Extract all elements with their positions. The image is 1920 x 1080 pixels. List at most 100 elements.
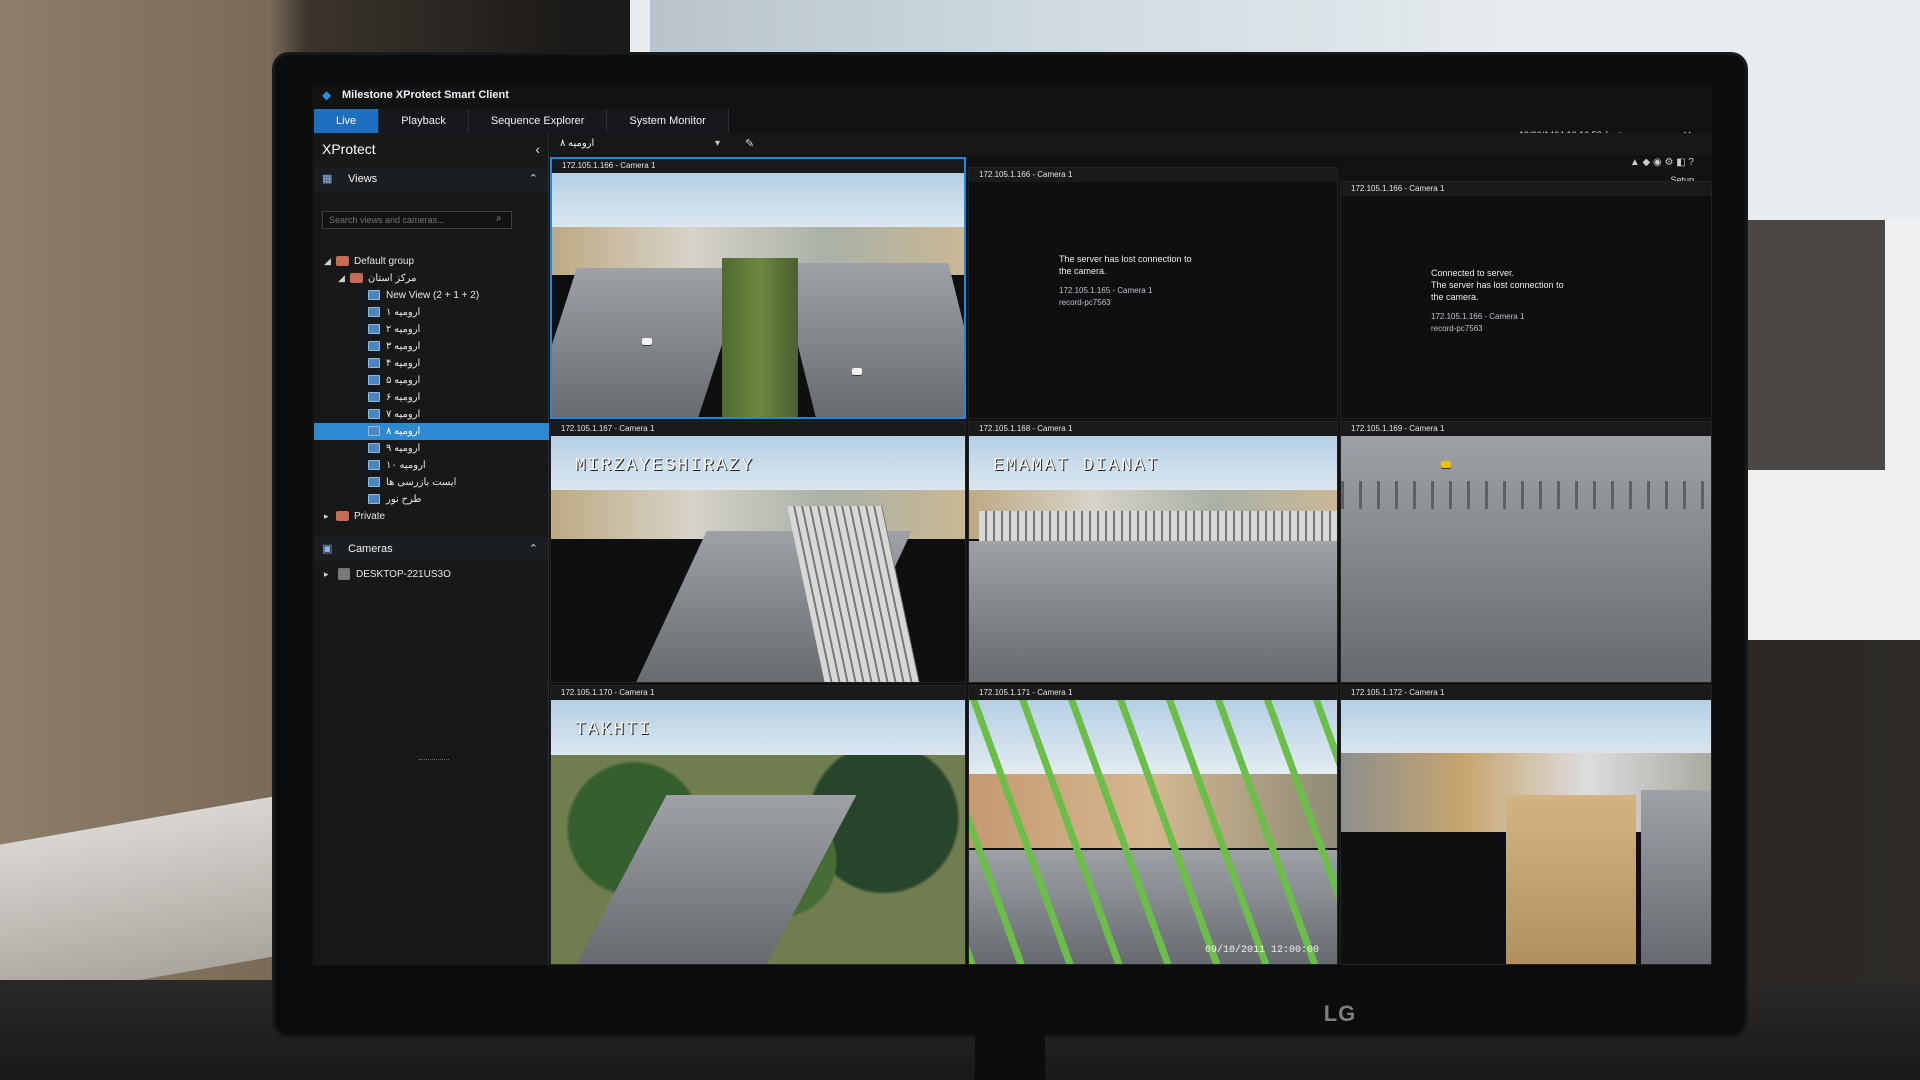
sidebar-folder-item[interactable]: ◢ مرکز استان <box>314 270 549 287</box>
brand-label: XProtect <box>322 141 376 157</box>
camera-tile-4[interactable]: 172.105.1.167 - Camera 1 MIRZAYESHIRAZY <box>550 421 966 683</box>
expand-icon[interactable]: ◢ <box>338 270 345 287</box>
search-icon[interactable]: ⌕ <box>496 213 502 224</box>
folder-icon <box>336 511 349 521</box>
sidebar-view-item[interactable]: طرح نور <box>314 491 549 508</box>
edit-view-icon[interactable]: ✎ <box>745 137 754 150</box>
sidebar-view-item[interactable]: ارومیه ۸ <box>314 423 549 440</box>
tree-item-label: New View (2 + 1 + 2) <box>386 290 480 301</box>
camera-tile-1[interactable]: 172.105.1.166 - Camera 1 <box>550 157 966 419</box>
sidebar-view-item[interactable]: ایست بازرسی ها <box>314 474 549 491</box>
cameras-section-label: Cameras <box>348 543 393 555</box>
tree-item-label: Private <box>354 511 386 522</box>
camera-tree-item[interactable]: ▸ DESKTOP-221US3O <box>314 566 549 583</box>
collapse-cameras-icon[interactable]: ⌃ <box>529 537 538 561</box>
vehicle <box>642 338 652 345</box>
camera-tile-7[interactable]: 172.105.1.170 - Camera 1 TAKHTI <box>550 685 966 965</box>
sidebar-view-item[interactable]: ارومیه ۹ <box>314 440 549 457</box>
camera-tile-3[interactable]: 172.105.1.166 - Camera 1 Connected to se… <box>1340 181 1712 419</box>
view-icon <box>368 375 380 385</box>
view-dropdown-icon[interactable]: ▾ <box>715 138 720 149</box>
tree-item-label: ایست بازرسی ها <box>386 477 457 488</box>
server-icon <box>338 568 350 580</box>
collapse-sidebar-icon[interactable]: ‹ <box>535 141 540 157</box>
sidebar-view-item[interactable]: ارومیه ۲ <box>314 321 549 338</box>
view-icon <box>368 307 380 317</box>
current-view-name[interactable]: ارومیه ۸ <box>560 138 594 149</box>
folder-icon <box>350 273 363 283</box>
vehicle <box>852 368 862 375</box>
tree-item-label: ارومیه ۱۰ <box>386 460 426 471</box>
tree-item-label: ارومیه ۶ <box>386 392 421 403</box>
view-icon <box>368 460 380 470</box>
sidebar-view-item[interactable]: ارومیه ۷ <box>314 406 549 423</box>
tree-item-label: ارومیه ۷ <box>386 409 421 420</box>
view-icon <box>368 392 380 402</box>
camera-overlay-5: EMAMAT DIANAT <box>993 456 1160 476</box>
feed-road-right <box>777 263 964 417</box>
view-icon <box>368 358 380 368</box>
camera-tile-9[interactable]: 172.105.1.172 - Camera 1 <box>1340 685 1712 965</box>
expand-icon[interactable]: ◢ <box>324 253 331 270</box>
tree-item-label: ارومیه ۵ <box>386 375 421 386</box>
views-sidebar: XProtect ‹ ▦ Views ⌃ ⌕ ◢ Default group ◢ مر… <box>314 133 549 965</box>
sidebar-view-item[interactable]: ارومیه ۴ <box>314 355 549 372</box>
tab-sequence-explorer[interactable]: Sequence Explorer <box>468 109 608 133</box>
camera-tile-8[interactable]: 172.105.1.171 - Camera 1 09/10/2011 12:0… <box>968 685 1338 965</box>
sidebar-view-item[interactable]: ارومیه ۱ <box>314 304 549 321</box>
message-text-3: Connected to server. The server has lost … <box>1431 268 1564 302</box>
view-icon <box>368 324 380 334</box>
sidebar-view-item[interactable]: ارومیه ۱۰ <box>314 457 549 474</box>
app-title: Milestone XProtect Smart Client <box>342 89 509 101</box>
sidebar-view-item[interactable]: ارومیه ۳ <box>314 338 549 355</box>
view-icon <box>368 494 380 504</box>
camera-tile-5[interactable]: 172.105.1.168 - Camera 1 EMAMAT DIANAT <box>968 421 1338 683</box>
tree-item-label: ارومیه ۱ <box>386 307 421 318</box>
sidebar-resize-handle[interactable] <box>419 759 449 760</box>
sidebar-group-item[interactable]: ▸ Private <box>314 508 549 525</box>
expand-icon[interactable]: ▸ <box>324 508 329 525</box>
expand-icon[interactable]: ▸ <box>324 566 329 583</box>
camera-grid: 172.105.1.166 - Camera 1 172.105.1.166 -… <box>550 157 1712 965</box>
feed-median <box>722 258 798 417</box>
views-section-header[interactable]: ▦ Views ⌃ <box>314 167 548 191</box>
camera-tile-2[interactable]: 172.105.1.166 - Camera 1 The server has … <box>968 167 1338 419</box>
message-detail-2: 172.105.1.165 - Camera 1 record-pc7563 <box>1059 286 1153 307</box>
tab-live[interactable]: Live <box>314 109 380 133</box>
main-tabs: Live Playback Sequence Explorer System M… <box>314 109 729 133</box>
sidebar-view-item[interactable]: ارومیه ۶ <box>314 389 549 406</box>
view-icon <box>368 341 380 351</box>
collapse-views-icon[interactable]: ⌃ <box>529 167 538 191</box>
sidebar-view-item[interactable]: New View (2 + 1 + 2) <box>314 287 549 304</box>
views-search-input[interactable] <box>322 211 512 229</box>
feed-railing <box>1341 481 1711 509</box>
tab-playback[interactable]: Playback <box>379 109 469 133</box>
cameras-section-header[interactable]: ▣ Cameras ⌃ <box>314 537 548 561</box>
camera-tile-6[interactable]: 172.105.1.169 - Camera 1 <box>1340 421 1712 683</box>
camera-feed-6 <box>1341 436 1711 682</box>
tree-item-label: ارومیه ۸ <box>386 426 421 437</box>
sidebar-group-item[interactable]: ◢ Default group <box>314 253 549 270</box>
camera-tile-7-title: 172.105.1.170 - Camera 1 <box>551 686 965 700</box>
camera-tile-9-title: 172.105.1.172 - Camera 1 <box>1341 686 1711 700</box>
camera-feed-4: MIRZAYESHIRAZY <box>551 436 965 682</box>
view-icon <box>368 443 380 453</box>
connection-lost-message-2: The server has lost connection to the ca… <box>1059 253 1204 309</box>
camera-tile-5-title: 172.105.1.168 - Camera 1 <box>969 422 1337 436</box>
view-icon <box>368 477 380 487</box>
smart-client-window: ◆ Milestone XProtect Smart Client Live P… <box>312 85 1712 965</box>
message-detail-3: 172.105.1.166 - Camera 1 record-pc7563 <box>1431 312 1525 333</box>
camera-tile-8-title: 172.105.1.171 - Camera 1 <box>969 686 1337 700</box>
sidebar-view-item[interactable]: ارومیه ۵ <box>314 372 549 389</box>
monitor-brand: LG <box>1323 1001 1357 1026</box>
camera-icon: ▣ <box>322 543 333 555</box>
tab-system-monitor[interactable]: System Monitor <box>607 109 729 133</box>
feed-construction-road <box>1506 795 1636 964</box>
camera-tile-6-title: 172.105.1.169 - Camera 1 <box>1341 422 1711 436</box>
tree-item-label: طرح نور <box>386 494 422 505</box>
view-icon <box>368 290 380 300</box>
tree-item-label: ارومیه ۴ <box>386 358 421 369</box>
monitor-stand <box>975 1035 1045 1080</box>
camera-tile-1-title: 172.105.1.166 - Camera 1 <box>552 159 964 173</box>
views-section-label: Views <box>348 173 378 185</box>
